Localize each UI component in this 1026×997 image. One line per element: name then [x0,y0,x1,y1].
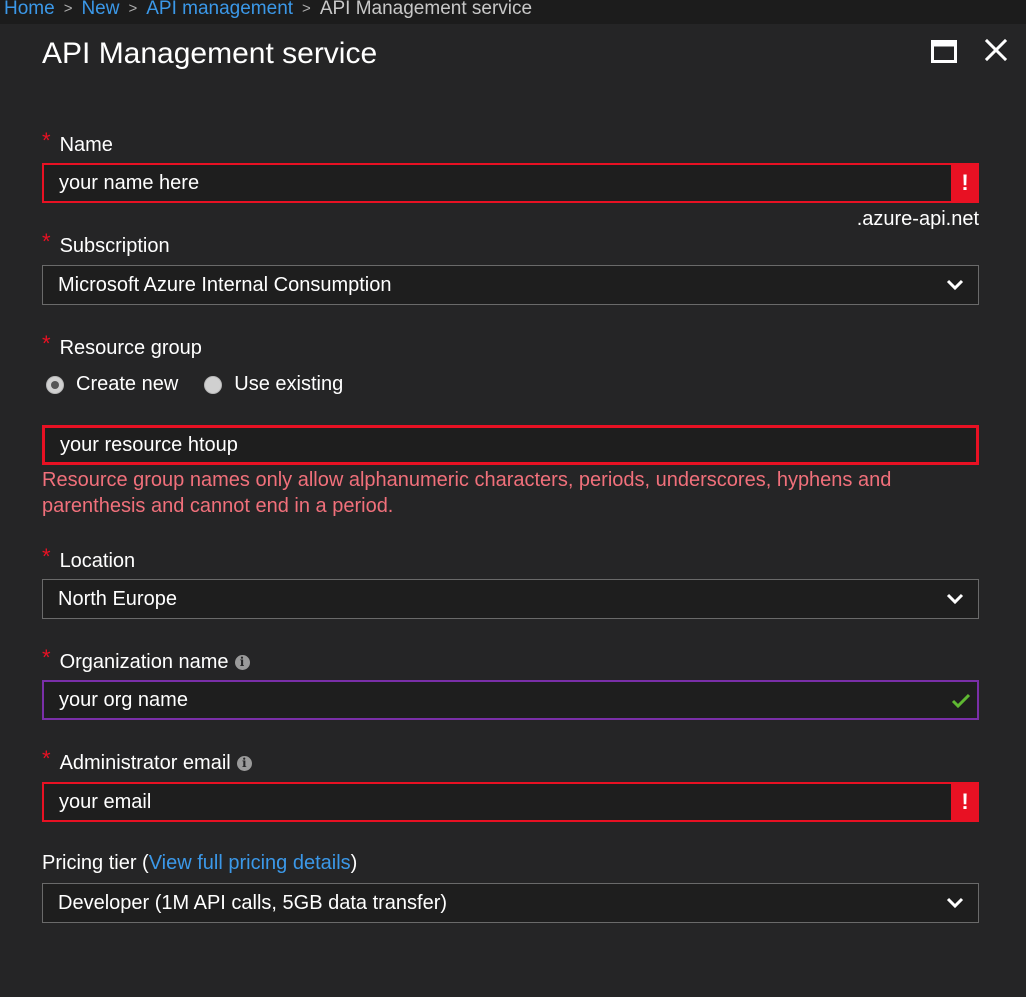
required-marker: * [42,645,51,670]
name-input[interactable]: your name here ! [42,163,979,203]
close-icon[interactable] [984,38,1008,62]
chevron-down-icon [946,279,964,291]
organization-label-text: Organization name [59,651,229,673]
maximize-icon[interactable] [931,40,957,64]
pricing-details-link[interactable]: View full pricing details [149,852,351,874]
location-select[interactable]: North Europe [42,579,979,619]
breadcrumb-new[interactable]: New [81,0,119,18]
pricing-label: Pricing tier (View full pricing details) [42,851,357,875]
create-new-label[interactable]: Create new [76,373,178,396]
pricing-select-value: Developer (1M API calls, 5GB data transf… [58,892,448,914]
breadcrumb-api-management[interactable]: API management [146,0,293,18]
location-label: * Location [42,545,136,573]
breadcrumb-current: API Management service [319,0,533,19]
name-label: * Name [42,129,113,157]
chevron-down-icon [946,593,964,605]
organization-label: * Organization name i [42,646,250,674]
resource-group-options: Create new Use existing [46,373,369,396]
use-existing-radio[interactable] [204,375,223,394]
chevron-down-icon [946,897,964,909]
subscription-select-value: Microsoft Azure Internal Consumption [58,274,392,296]
breadcrumb-separator-icon: > [302,0,311,17]
location-label-text: Location [59,550,136,572]
admin-email-label: * Administrator email i [42,747,252,775]
error-badge: ! [951,163,979,203]
breadcrumb-separator-icon: > [63,0,73,17]
admin-email-label-text: Administrator email [59,752,231,774]
name-label-text: Name [59,134,113,156]
blade: API Management service * Name your name h… [0,24,1026,997]
resource-group-label-text: Resource group [59,337,202,359]
page-title: API Management service [42,37,378,70]
organization-input[interactable]: your org name [42,680,979,720]
use-existing-label[interactable]: Use existing [234,373,343,396]
breadcrumb: Home > New > API management > API Manage… [0,0,1026,24]
name-input-value: your name here [59,172,200,194]
required-marker: * [42,746,51,771]
subscription-select[interactable]: Microsoft Azure Internal Consumption [42,265,979,305]
organization-input-value: your org name [59,689,188,711]
location-select-value: North Europe [58,588,177,610]
resource-group-label: * Resource group [42,332,202,360]
info-icon[interactable]: i [236,756,252,771]
subscription-label: * Subscription [42,230,170,258]
breadcrumb-separator-icon: > [128,0,138,17]
name-suffix: .azure-api.net [856,208,979,230]
pricing-label-text: Pricing tier ( [42,852,149,874]
resource-group-input[interactable]: your resource htoup [42,425,979,465]
admin-email-input[interactable]: your email ! [42,782,979,822]
admin-email-input-value: your email [59,791,152,813]
required-marker: * [42,128,51,153]
pricing-label-close: ) [350,852,358,874]
subscription-label-text: Subscription [59,235,170,257]
required-marker: * [42,331,51,356]
breadcrumb-home[interactable]: Home [4,0,55,18]
checkmark-icon [951,693,971,709]
resource-group-input-value: your resource htoup [60,434,238,456]
required-marker: * [42,229,51,254]
pricing-select[interactable]: Developer (1M API calls, 5GB data transf… [42,883,979,923]
create-new-radio[interactable] [46,375,64,394]
error-badge: ! [951,782,979,822]
resource-group-error-message: Resource group names only allow alphanum… [42,469,892,517]
info-icon[interactable]: i [234,655,250,670]
required-marker: * [42,544,51,569]
